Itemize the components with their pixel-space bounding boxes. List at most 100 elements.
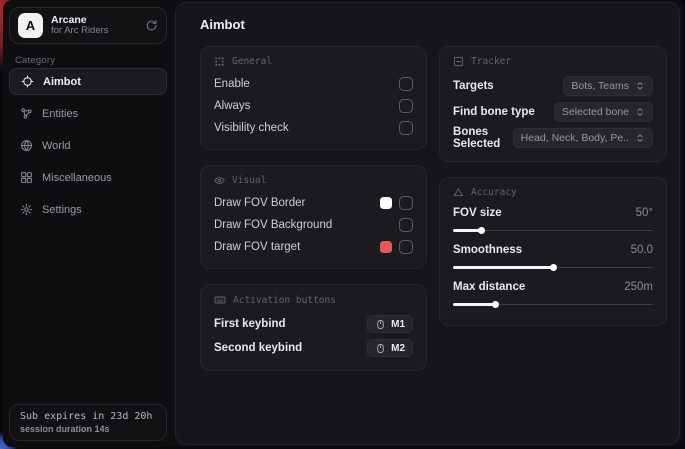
subscription-box: Sub expires in 23d 20h session duration …	[9, 404, 167, 441]
category-label: Category	[15, 55, 55, 66]
left-column: General Enable Always Visibility check	[200, 46, 427, 371]
triangle-icon	[453, 187, 464, 198]
activation-card: Activation buttons First keybind M1	[200, 284, 427, 371]
general-card-header: General	[214, 56, 413, 67]
refresh-icon[interactable]	[145, 19, 158, 32]
sidebar-item-label: World	[42, 140, 71, 152]
setting-row-find-bone-type: Find bone type Selected bone	[453, 99, 653, 125]
setting-label: Draw FOV target	[214, 241, 300, 253]
slider-fill	[453, 303, 495, 306]
find-bone-type-dropdown[interactable]: Selected bone	[554, 102, 653, 122]
visibility-check-checkbox[interactable]	[399, 121, 413, 135]
setting-row-first-keybind: First keybind M1	[214, 312, 413, 336]
setting-row-fov-size: FOV size 50°	[453, 204, 653, 235]
mouse-icon	[375, 343, 386, 354]
sidebar-item-label: Settings	[42, 204, 82, 216]
slider-thumb[interactable]	[550, 264, 557, 271]
setting-label: Find bone type	[453, 106, 535, 118]
setting-label: Always	[214, 100, 250, 112]
visual-card-header: Visual	[214, 175, 413, 186]
fov-background-checkbox[interactable]	[399, 218, 413, 232]
setting-row-bones-selected: Bones Selected Head, Neck, Body, Pe..	[453, 125, 653, 151]
app-titles: Arcane for Arc Riders	[51, 14, 137, 37]
slider-fill	[453, 266, 553, 269]
fov-target-checkbox[interactable]	[399, 240, 413, 254]
crosshair-icon	[21, 75, 34, 88]
card-title: Visual	[232, 175, 266, 186]
general-card: General Enable Always Visibility check	[200, 46, 427, 150]
app-window: A Arcane for Arc Riders Category Aimbot	[3, 0, 683, 447]
setting-row-fov-background: Draw FOV Background	[214, 214, 413, 236]
page-title: Aimbot	[200, 17, 667, 32]
fov-border-checkbox[interactable]	[399, 196, 413, 210]
first-keybind-button[interactable]: M1	[367, 315, 413, 333]
setting-label: Draw FOV Border	[214, 197, 305, 209]
card-title: Accuracy	[471, 187, 517, 198]
accuracy-card-header: Accuracy	[453, 187, 653, 198]
setting-row-targets: Targets Bots, Teams	[453, 73, 653, 99]
session-duration-text: session duration 14s	[20, 424, 156, 434]
sidebar-item-label: Entities	[42, 108, 78, 120]
sub-expiry-text: Sub expires in 23d 20h	[20, 411, 156, 422]
setting-row-max-distance: Max distance 250m	[453, 278, 653, 309]
right-column: Tracker Targets Bots, Teams	[439, 46, 667, 326]
setting-label: Targets	[453, 80, 494, 92]
app-subtitle: for Arc Riders	[51, 26, 137, 37]
chevrons-up-down-icon	[635, 81, 645, 91]
always-checkbox[interactable]	[399, 99, 413, 113]
sidebar-item-miscellaneous[interactable]: Miscellaneous	[9, 164, 167, 191]
enable-checkbox[interactable]	[399, 77, 413, 91]
dropdown-value: Head, Neck, Body, Pe..	[521, 132, 629, 144]
keybind-value: M1	[391, 319, 405, 330]
sidebar-item-label: Aimbot	[43, 76, 81, 88]
slider-thumb[interactable]	[492, 301, 499, 308]
activation-card-header: Activation buttons	[214, 294, 413, 306]
dropdown-value: Bots, Teams	[571, 80, 629, 92]
setting-label: FOV size	[453, 207, 502, 219]
smoothness-slider[interactable]	[453, 262, 653, 272]
setting-label: Draw FOV Background	[214, 219, 332, 231]
fov-size-slider[interactable]	[453, 225, 653, 235]
main-panel: Aimbot General	[175, 2, 680, 445]
setting-row-second-keybind: Second keybind M2	[214, 336, 413, 360]
grid-icon	[20, 171, 33, 184]
setting-row-enable: Enable	[214, 73, 413, 95]
setting-label: Smoothness	[453, 244, 522, 256]
bones-selected-dropdown[interactable]: Head, Neck, Body, Pe..	[513, 128, 653, 148]
content-columns: General Enable Always Visibility check	[200, 46, 667, 371]
slider-fill	[453, 229, 481, 232]
sidebar-item-entities[interactable]: Entities	[9, 100, 167, 127]
setting-row-fov-target: Draw FOV target	[214, 236, 413, 258]
tracker-card: Tracker Targets Bots, Teams	[439, 46, 667, 162]
fov-target-color-swatch[interactable]	[380, 241, 392, 253]
mouse-icon	[375, 319, 386, 330]
setting-label: Visibility check	[214, 122, 289, 134]
fov-border-color-swatch[interactable]	[380, 197, 392, 209]
max-distance-slider[interactable]	[453, 299, 653, 309]
keyboard-icon	[214, 294, 226, 306]
eye-icon	[214, 175, 225, 186]
dots-grid-icon	[214, 56, 225, 67]
setting-label: Max distance	[453, 281, 525, 293]
app-header-card: A Arcane for Arc Riders	[9, 7, 167, 44]
targets-dropdown[interactable]: Bots, Teams	[563, 76, 653, 96]
tracker-card-header: Tracker	[453, 56, 653, 67]
sidebar-item-settings[interactable]: Settings	[9, 196, 167, 223]
chevrons-up-down-icon	[635, 133, 645, 143]
setting-row-fov-border: Draw FOV Border	[214, 192, 413, 214]
accuracy-card: Accuracy FOV size 50°	[439, 177, 667, 326]
gear-icon	[20, 203, 33, 216]
sidebar-nav: Aimbot Entities World	[9, 68, 167, 228]
visual-card: Visual Draw FOV Border Draw FOV Backgrou…	[200, 165, 427, 269]
card-title: Tracker	[471, 56, 511, 67]
setting-label: First keybind	[214, 318, 286, 330]
keybind-value: M2	[391, 343, 405, 354]
sidebar-item-label: Miscellaneous	[42, 172, 112, 184]
slider-thumb[interactable]	[478, 227, 485, 234]
app-logo: A	[18, 13, 43, 38]
max-distance-value: 250m	[624, 281, 653, 293]
sidebar-item-aimbot[interactable]: Aimbot	[9, 68, 167, 95]
sidebar-item-world[interactable]: World	[9, 132, 167, 159]
setting-label: Second keybind	[214, 342, 302, 354]
second-keybind-button[interactable]: M2	[367, 339, 413, 357]
